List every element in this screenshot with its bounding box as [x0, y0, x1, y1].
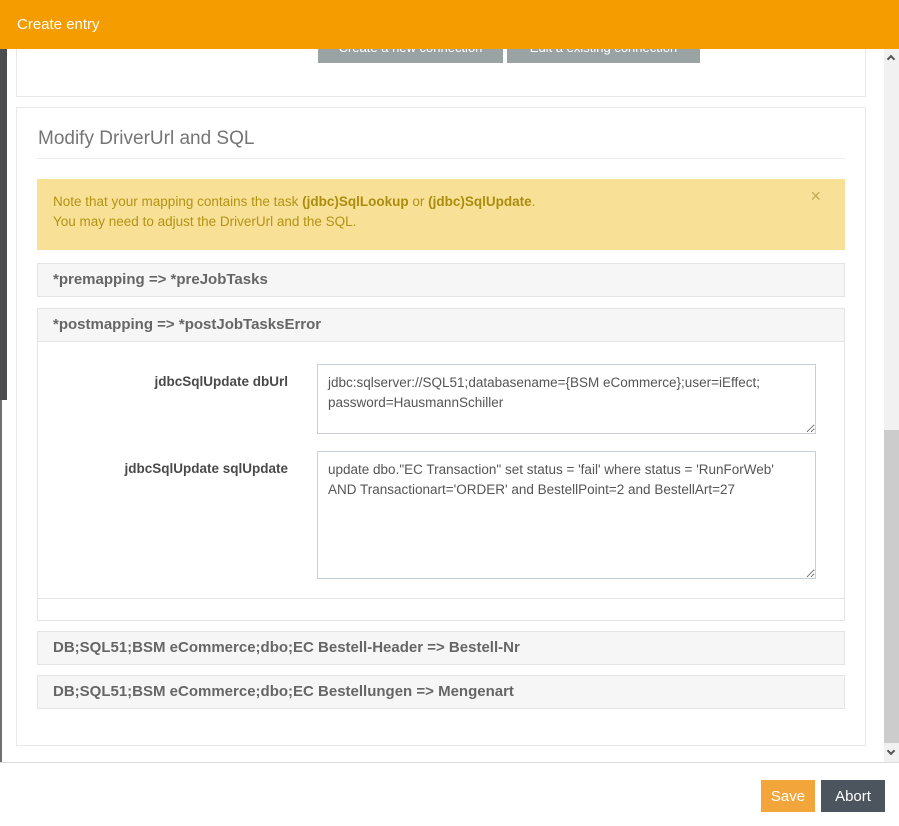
sqlupdate-label: jdbcSqlUpdate sqlUpdate	[38, 451, 288, 579]
abort-button[interactable]: Abort	[821, 780, 885, 812]
warning-alert: × Note that your mapping contains the ta…	[37, 179, 845, 250]
accordion-postmapping[interactable]: *postmapping => *postJobTasksError	[37, 308, 845, 342]
accordion-bestell-header[interactable]: DB;SQL51;BSM eCommerce;dbo;EC Bestell-He…	[37, 631, 845, 665]
panel-title: Modify DriverUrl and SQL	[37, 108, 845, 159]
modal-title: Create entry	[17, 0, 100, 49]
postmapping-panel-footer	[37, 599, 845, 621]
scroll-up-button[interactable]	[884, 49, 899, 66]
alert-text-or: or	[409, 194, 429, 209]
modify-driverurl-panel: Modify DriverUrl and SQL × Note that you…	[16, 107, 866, 746]
sqlupdate-textarea[interactable]: update dbo."EC Transaction" set status =…	[317, 451, 816, 579]
alert-line2: You may need to adjust the DriverUrl and…	[53, 212, 801, 232]
accordion-bestellungen[interactable]: DB;SQL51;BSM eCommerce;dbo;EC Bestellung…	[37, 675, 845, 709]
backdrop-left-strip	[0, 49, 7, 400]
sqlupdate-row: jdbcSqlUpdate sqlUpdate update dbo."EC T…	[38, 451, 844, 579]
alert-text-period: .	[532, 194, 536, 209]
alert-line1: Note that your mapping contains the task…	[53, 192, 801, 212]
dburl-textarea[interactable]: jdbc:sqlserver://SQL51;databasename={BSM…	[317, 364, 816, 434]
modal-footer: Save Abort	[0, 762, 899, 826]
dburl-row: jdbcSqlUpdate dbUrl jdbc:sqlserver://SQL…	[38, 364, 844, 434]
alert-task-sqlupdate: (jdbc)SqlUpdate	[428, 194, 532, 209]
chevron-up-icon	[887, 55, 895, 63]
scroll-down-button[interactable]	[884, 745, 899, 762]
chevron-down-icon	[887, 747, 895, 755]
modal-header: Create entry	[0, 0, 899, 49]
alert-text: Note that your mapping contains the task	[53, 194, 302, 209]
accordion-premapping[interactable]: *premapping => *preJobTasks	[37, 263, 845, 297]
save-button[interactable]: Save	[761, 780, 815, 812]
dburl-label: jdbcSqlUpdate dbUrl	[38, 364, 288, 434]
postmapping-panel-body: jdbcSqlUpdate dbUrl jdbc:sqlserver://SQL…	[37, 342, 845, 599]
scrollbar-thumb[interactable]	[884, 430, 899, 743]
backdrop-left-edge	[0, 400, 2, 762]
scrollbar[interactable]	[884, 49, 899, 762]
alert-task-sqllookup: (jdbc)SqlLookup	[302, 194, 408, 209]
close-icon[interactable]: ×	[810, 187, 821, 205]
modal-body: Create a new connection Edit a existing …	[0, 49, 899, 762]
create-entry-modal: Create entry Create a new connection Edi…	[0, 0, 899, 826]
